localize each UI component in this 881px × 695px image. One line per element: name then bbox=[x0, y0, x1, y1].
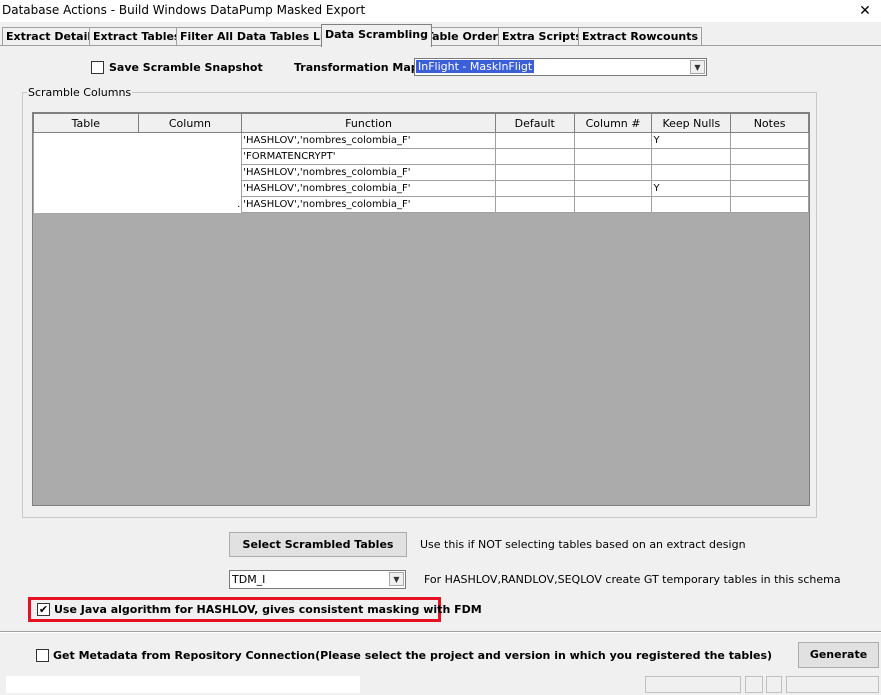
status-panel bbox=[766, 676, 782, 693]
cell-column[interactable] bbox=[138, 148, 242, 165]
close-icon[interactable]: ✕ bbox=[855, 1, 875, 21]
use-java-algorithm-label: Use Java algorithm for HASHLOV, gives co… bbox=[54, 603, 482, 616]
table-row[interactable]: 'HASHLOV','nombres_colombia_F' bbox=[33, 164, 809, 181]
schema-hint: For HASHLOV,RANDLOV,SEQLOV create GT tem… bbox=[424, 573, 841, 586]
cell-table[interactable] bbox=[33, 196, 139, 213]
cell-notes[interactable] bbox=[730, 132, 809, 149]
use-java-algorithm-checkbox[interactable]: ✔ bbox=[37, 603, 50, 616]
cell-column-number[interactable] bbox=[573, 180, 653, 197]
cell-keep-nulls[interactable]: Y bbox=[651, 180, 732, 197]
cell-table[interactable] bbox=[33, 164, 139, 181]
scramble-columns-grid[interactable]: Table Column Function Default Column # K… bbox=[32, 112, 810, 506]
col-header-notes[interactable]: Notes bbox=[730, 113, 809, 133]
tab-bar: Extract Details Extract Tables Filter Al… bbox=[0, 24, 881, 47]
table-row[interactable]: 'HASHLOV','nombres_colombia_F' Y bbox=[33, 132, 809, 149]
cell-default[interactable] bbox=[494, 132, 575, 149]
cell-function[interactable]: 'FORMATENCRYPT' bbox=[241, 148, 496, 165]
tab-filter-all-data-tables-list[interactable]: Filter All Data Tables List bbox=[176, 27, 340, 46]
table-row[interactable]: 'HASHLOV','nombres_colombia_F' Y bbox=[33, 180, 809, 197]
status-panel bbox=[745, 676, 763, 693]
table-row[interactable]: . 'HASHLOV','nombres_colombia_F' bbox=[33, 196, 809, 213]
cell-notes[interactable] bbox=[730, 148, 809, 165]
cell-table[interactable] bbox=[33, 180, 139, 197]
cell-default[interactable] bbox=[494, 196, 575, 213]
table-row[interactable]: 'FORMATENCRYPT' bbox=[33, 148, 809, 165]
cell-function[interactable]: 'HASHLOV','nombres_colombia_F' bbox=[241, 180, 496, 197]
table-header-row: Table Column Function Default Column # K… bbox=[33, 113, 809, 133]
tab-extract-details[interactable]: Extract Details bbox=[2, 27, 102, 46]
generate-button[interactable]: Generate bbox=[798, 642, 879, 668]
col-header-function[interactable]: Function bbox=[241, 113, 496, 133]
status-progress bbox=[6, 676, 360, 693]
tab-extra-scripts[interactable]: Extra Scripts bbox=[498, 27, 586, 46]
cell-function[interactable]: 'HASHLOV','nombres_colombia_F' bbox=[241, 132, 496, 149]
schema-select[interactable]: TDM_I ▼ bbox=[229, 570, 406, 589]
col-header-keep-nulls[interactable]: Keep Nulls bbox=[651, 113, 732, 133]
cell-default[interactable] bbox=[494, 148, 575, 165]
tab-table-order[interactable]: Table Order bbox=[422, 27, 502, 46]
col-header-table[interactable]: Table bbox=[33, 113, 139, 133]
chevron-down-icon[interactable]: ▼ bbox=[389, 572, 404, 586]
cell-column-number[interactable] bbox=[573, 148, 653, 165]
scramble-columns-legend: Scramble Columns bbox=[28, 86, 132, 99]
chevron-down-icon[interactable]: ▼ bbox=[690, 60, 705, 74]
get-metadata-label: Get Metadata from Repository Connection(… bbox=[53, 649, 773, 662]
get-metadata-checkbox[interactable] bbox=[36, 649, 49, 662]
col-header-default[interactable]: Default bbox=[494, 113, 575, 133]
schema-value: TDM_I bbox=[232, 573, 266, 586]
tab-data-scrambling[interactable]: Data Scrambling bbox=[321, 24, 432, 47]
status-panel bbox=[786, 676, 879, 693]
select-scrambled-tables-button[interactable]: Select Scrambled Tables bbox=[229, 532, 407, 557]
cell-column[interactable] bbox=[138, 180, 242, 197]
cell-keep-nulls[interactable] bbox=[651, 148, 732, 165]
scramble-columns-table: Table Column Function Default Column # K… bbox=[33, 113, 809, 213]
cell-table[interactable] bbox=[33, 132, 139, 149]
tab-extract-rowcounts[interactable]: Extract Rowcounts bbox=[578, 27, 703, 46]
footer-separator bbox=[0, 631, 881, 633]
cell-notes[interactable] bbox=[730, 196, 809, 213]
cell-column[interactable]: . bbox=[138, 196, 242, 213]
cell-column-number[interactable] bbox=[573, 132, 653, 149]
cell-column[interactable] bbox=[138, 164, 242, 181]
transformation-map-value: InFlight - MaskInFligt bbox=[416, 60, 535, 73]
transformation-map-select[interactable]: InFlight - MaskInFligt ▼ bbox=[414, 58, 707, 76]
status-bar bbox=[0, 674, 881, 695]
cell-notes[interactable] bbox=[730, 164, 809, 181]
window-title: Database Actions - Build Windows DataPum… bbox=[2, 3, 366, 17]
cell-column[interactable] bbox=[138, 132, 242, 149]
col-header-column[interactable]: Column bbox=[137, 113, 243, 133]
cell-default[interactable] bbox=[494, 180, 575, 197]
cell-notes[interactable] bbox=[730, 180, 809, 197]
transformation-map-label: Transformation Map: bbox=[294, 61, 424, 74]
select-tables-hint: Use this if NOT selecting tables based o… bbox=[420, 538, 746, 551]
tab-panel-border bbox=[0, 45, 881, 46]
status-panel bbox=[645, 676, 741, 693]
cell-keep-nulls[interactable] bbox=[651, 196, 732, 213]
title-bar: Database Actions - Build Windows DataPum… bbox=[0, 0, 881, 22]
cell-keep-nulls[interactable]: Y bbox=[651, 132, 732, 149]
cell-function[interactable]: 'HASHLOV','nombres_colombia_F' bbox=[241, 196, 496, 213]
save-scramble-snapshot-checkbox[interactable] bbox=[91, 61, 104, 74]
cell-table[interactable] bbox=[33, 148, 139, 165]
cell-default[interactable] bbox=[494, 164, 575, 181]
tab-extract-tables[interactable]: Extract Tables bbox=[89, 27, 185, 46]
col-header-column-number[interactable]: Column # bbox=[573, 113, 653, 133]
cell-column-number[interactable] bbox=[573, 196, 653, 213]
cell-keep-nulls[interactable] bbox=[651, 164, 732, 181]
cell-function[interactable]: 'HASHLOV','nombres_colombia_F' bbox=[241, 164, 496, 181]
save-scramble-snapshot-label: Save Scramble Snapshot bbox=[109, 61, 263, 74]
cell-column-number[interactable] bbox=[573, 164, 653, 181]
